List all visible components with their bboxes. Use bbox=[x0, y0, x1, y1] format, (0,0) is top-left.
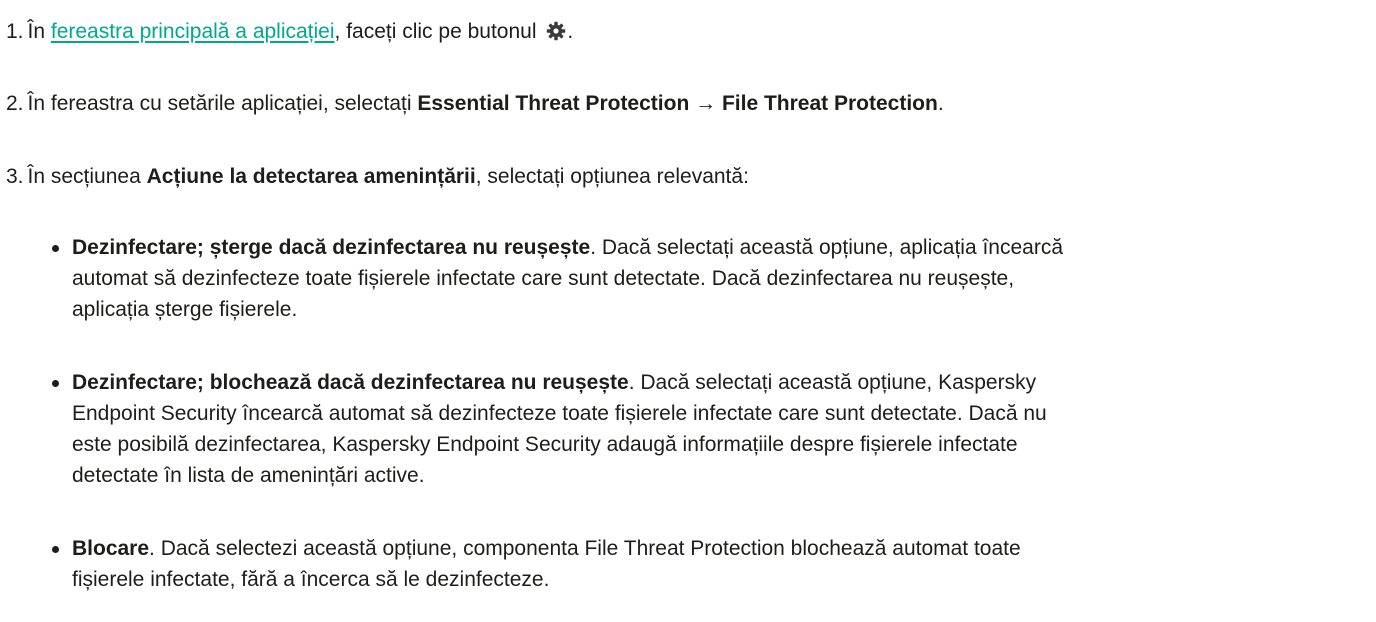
option-text: . Dacă selectezi această opțiune, compon… bbox=[149, 537, 1021, 560]
option-line: fișierele infectate, fără a încerca să l… bbox=[72, 568, 550, 591]
step-number: 1. bbox=[6, 20, 24, 43]
step-2: 2. În fereastra cu setările aplicației, s… bbox=[6, 88, 944, 119]
option-title: Blocare bbox=[72, 537, 150, 560]
option-text: . Dacă selectați această opțiune, aplica… bbox=[590, 236, 1063, 259]
bullet-icon bbox=[52, 546, 59, 553]
step-text: , selectați opțiunea relevantă: bbox=[475, 165, 749, 188]
step-number: 3. bbox=[6, 165, 24, 188]
option-text: . Dacă selectați această opțiune, Kasper… bbox=[628, 371, 1037, 394]
option-line: aplicația șterge fișierele. bbox=[72, 298, 298, 321]
option-title: Dezinfectare; blochează dacă dezinfectar… bbox=[72, 371, 629, 394]
option-line: Blocare. Dacă selectezi această opțiune,… bbox=[72, 533, 1342, 564]
step-1: 1. În fereastra principală a aplicației, … bbox=[6, 16, 573, 47]
option-title: Dezinfectare; șterge dacă dezinfectarea … bbox=[72, 236, 591, 259]
step-text: . bbox=[937, 92, 944, 115]
list-item: Dezinfectare; blochează dacă dezinfectar… bbox=[52, 367, 1342, 491]
settings-path: Essential Threat Protection → File Threa… bbox=[417, 92, 938, 115]
option-line: Dezinfectare; blochează dacă dezinfectar… bbox=[72, 367, 1342, 398]
list-item: Blocare. Dacă selectezi această opțiune,… bbox=[52, 533, 1342, 595]
option-line: Dezinfectare; șterge dacă dezinfectarea … bbox=[72, 232, 1342, 263]
option-line: Endpoint Security încearcă automat să de… bbox=[72, 402, 1047, 425]
step-text: , faceți clic pe butonul bbox=[334, 20, 543, 43]
section-name: Acțiune la detectarea amenințării bbox=[146, 165, 476, 188]
option-line: este posibilă dezinfectarea, Kaspersky E… bbox=[72, 433, 1018, 456]
bullet-icon bbox=[52, 380, 59, 387]
step-3: 3. În secțiunea Acțiune la detectarea ame… bbox=[6, 161, 749, 192]
help-document: 1. În fereastra principală a aplicației, … bbox=[0, 0, 1376, 622]
main-window-link[interactable]: fereastra principală a aplicației bbox=[51, 20, 335, 43]
step-number: 2. bbox=[6, 92, 24, 115]
option-line: detectate în lista de amenințări active. bbox=[72, 464, 425, 487]
option-line: automat să dezinfecteze toate fișierele … bbox=[72, 267, 1015, 290]
step-text: În bbox=[27, 20, 51, 43]
gear-icon bbox=[546, 19, 566, 41]
step-text: În fereastra cu setările aplicației, sel… bbox=[27, 92, 418, 115]
step-text: În secțiunea bbox=[27, 165, 147, 188]
list-item: Dezinfectare; șterge dacă dezinfectarea … bbox=[52, 232, 1342, 325]
step-text: . bbox=[567, 20, 574, 43]
bullet-icon bbox=[52, 245, 59, 252]
